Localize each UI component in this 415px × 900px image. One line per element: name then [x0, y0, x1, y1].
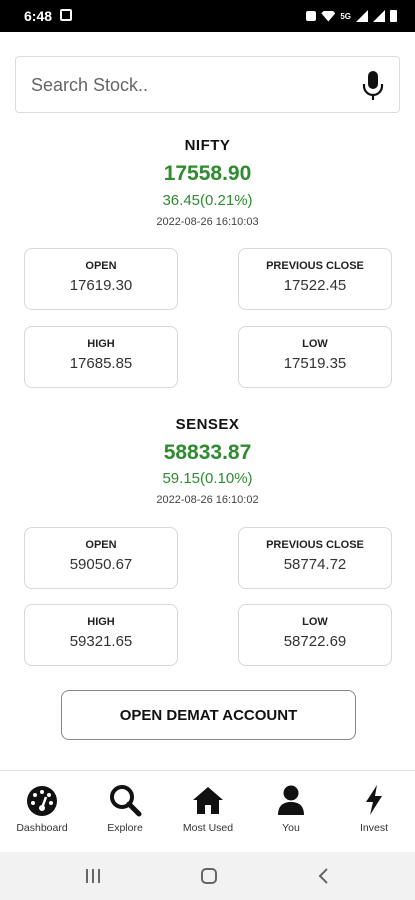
user-icon [278, 785, 304, 815]
search-icon [110, 785, 142, 817]
nav-label: Most Used [182, 822, 234, 834]
open-demat-account-button[interactable]: OPEN DEMAT ACCOUNT [61, 690, 356, 740]
card-label: PREVIOUS CLOSE [266, 539, 364, 551]
card-value: 58722.69 [283, 633, 347, 650]
nav-item-most-used[interactable]: Most Used [168, 783, 248, 843]
card-label: HIGH [87, 338, 115, 350]
nav-label: Invest [359, 822, 388, 834]
nav-item-you[interactable]: You [251, 783, 331, 843]
search-box[interactable] [15, 56, 400, 113]
card-value: 17519.35 [283, 355, 347, 372]
card-label: OPEN [85, 260, 117, 272]
card-value: 58774.72 [283, 556, 347, 573]
network-type-label: 5G [340, 11, 351, 21]
index-timestamp: 2022-08-26 16:10:03 [156, 216, 259, 228]
recent-apps-icon[interactable] [84, 866, 102, 886]
bottom-nav: Dashboard Explore Most Used You Invest [0, 770, 415, 852]
nav-label: Explore [107, 822, 143, 834]
card-label: OPEN [85, 539, 117, 551]
dashboard-gauge-icon [27, 786, 57, 816]
index-timestamp: 2022-08-26 16:10:02 [156, 494, 259, 506]
card-value: 59321.65 [69, 633, 133, 650]
status-bar: 6:48 5G [0, 0, 415, 32]
index-name: NIFTY [184, 137, 231, 154]
search-input[interactable] [31, 71, 341, 99]
index-value: 58833.87 [163, 441, 252, 464]
nav-item-invest[interactable]: Invest [334, 783, 414, 843]
high-card: HIGH 17685.85 [24, 326, 178, 388]
card-value: 59050.67 [69, 556, 133, 573]
card-value: 17685.85 [69, 355, 133, 372]
card-value: 17619.30 [69, 277, 133, 294]
microphone-icon[interactable] [361, 69, 385, 103]
card-label: LOW [302, 338, 328, 350]
nav-item-explore[interactable]: Explore [85, 783, 165, 843]
nav-label: You [282, 822, 300, 834]
system-nav-bar [0, 852, 415, 900]
lightning-icon [366, 785, 382, 815]
open-card: OPEN 17619.30 [24, 248, 178, 310]
gallery-notification-icon [60, 9, 72, 21]
back-icon[interactable] [316, 866, 332, 886]
nav-item-dashboard[interactable]: Dashboard [2, 783, 82, 843]
index-name: SENSEX [175, 416, 240, 433]
card-label: HIGH [87, 616, 115, 628]
status-time: 6:48 [24, 8, 53, 24]
open-card: OPEN 59050.67 [24, 527, 178, 589]
card-label: PREVIOUS CLOSE [266, 260, 364, 272]
card-value: 17522.45 [283, 277, 347, 294]
wifi-icon [321, 10, 336, 22]
index-value: 17558.90 [163, 162, 252, 185]
low-card: LOW 17519.35 [238, 326, 392, 388]
signal-icon [356, 10, 368, 22]
signal-icon-2 [373, 10, 385, 22]
battery-icon [390, 10, 397, 22]
nav-label: Dashboard [16, 822, 68, 834]
index-change: 59.15(0.10%) [162, 470, 253, 487]
home-button-icon[interactable] [199, 866, 219, 886]
notification-icon [306, 11, 317, 21]
index-change: 36.45(0.21%) [162, 192, 253, 209]
card-label: LOW [302, 616, 328, 628]
status-icons: 5G [306, 7, 397, 25]
previous-close-card: PREVIOUS CLOSE 17522.45 [238, 248, 392, 310]
previous-close-card: PREVIOUS CLOSE 58774.72 [238, 527, 392, 589]
high-card: HIGH 59321.65 [24, 604, 178, 666]
home-icon [193, 787, 223, 814]
low-card: LOW 58722.69 [238, 604, 392, 666]
